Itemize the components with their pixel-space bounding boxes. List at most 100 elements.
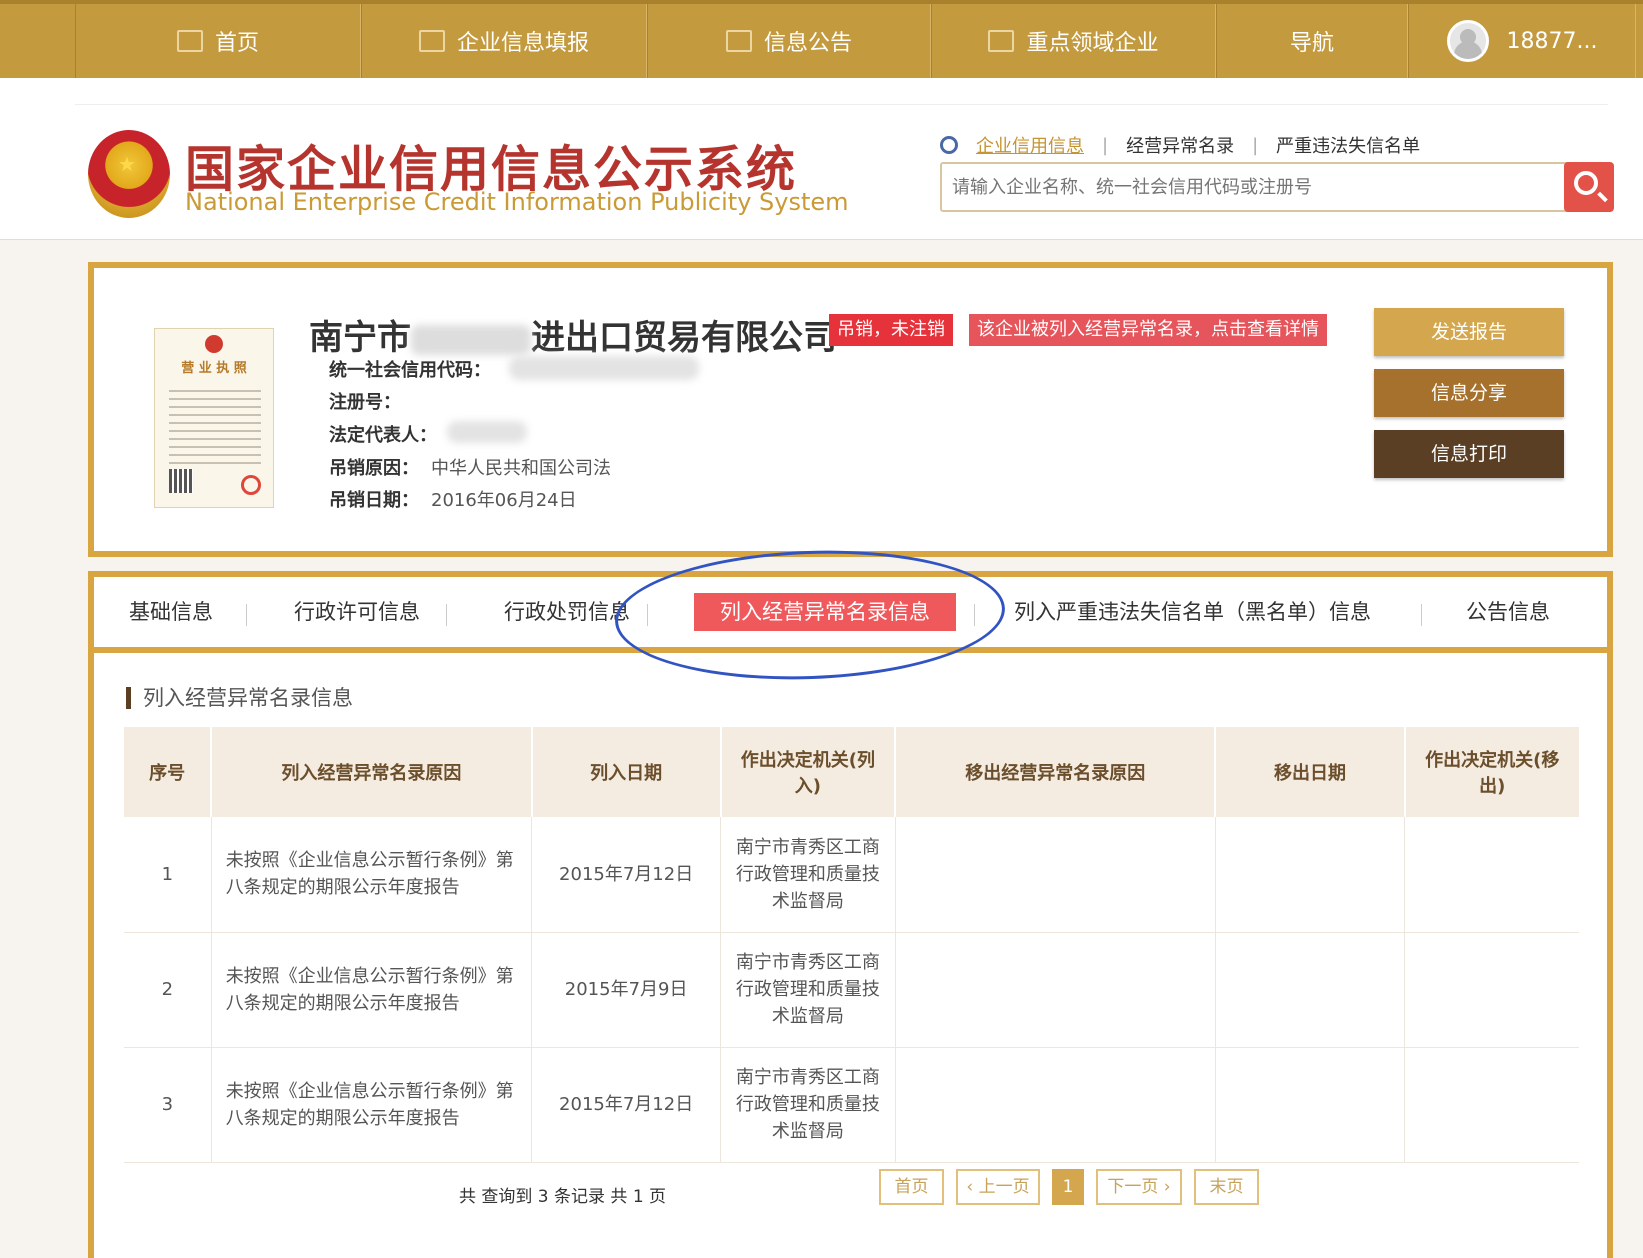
tab-separator	[246, 604, 247, 626]
company-name-suffix: 进出口贸易有限公司	[531, 318, 837, 358]
revoke-reason-label: 吊销原因：	[329, 458, 419, 479]
cell-date: 2015年7月12日	[531, 1047, 722, 1163]
cell-no: 3	[124, 1047, 212, 1163]
nav-navigation-label: 导航	[1289, 31, 1334, 56]
credit-code-label: 统一社会信用代码：	[329, 360, 491, 381]
reg-no-row: 注册号：	[329, 388, 401, 414]
pager-first-button[interactable]: 首页	[879, 1169, 944, 1205]
cell-authority-out	[1404, 1047, 1579, 1163]
qr-code-icon	[169, 469, 193, 493]
cell-authority-out	[1404, 932, 1579, 1048]
col-header-no: 序号	[124, 727, 213, 817]
emblem-icon	[205, 335, 223, 353]
search-input[interactable]	[942, 164, 1542, 210]
search-link-abnormal-list[interactable]: 经营异常名录	[1126, 132, 1234, 158]
site-title-en: National Enterprise Credit Information P…	[185, 188, 849, 216]
search-category-links: 企业信用信息 | 经营异常名录 | 严重违法失信名单	[940, 132, 1438, 158]
tab-separator	[446, 604, 447, 626]
link-separator: |	[1102, 134, 1109, 156]
cell-no: 1	[124, 817, 212, 933]
col-header-reason: 列入经营异常名录原因	[211, 727, 533, 817]
top-nav: 首页 企业信息填报 信息公告 重点领域企业 导航 18877...	[0, 0, 1643, 78]
search-link-credit-info[interactable]: 企业信用信息	[976, 132, 1084, 158]
nav-info-fill[interactable]: 企业信息填报	[361, 4, 647, 78]
revoke-date-label: 吊销日期：	[329, 490, 419, 511]
col-header-remove-date: 移出日期	[1215, 727, 1406, 817]
tab-admin-license[interactable]: 行政许可信息	[294, 593, 420, 631]
tab-separator	[1421, 604, 1422, 626]
send-report-button[interactable]: 发送报告	[1374, 308, 1564, 356]
cell-authority: 南宁市青秀区工商行政管理和质量技术监督局	[720, 1047, 896, 1163]
redacted-text	[509, 356, 699, 380]
business-license-image[interactable]: 营 业 执 照	[154, 328, 274, 508]
user-name: 18877...	[1506, 28, 1598, 54]
national-emblem-logo: ★	[88, 130, 170, 218]
col-header-remove-reason: 移出经营异常名录原因	[895, 727, 1217, 817]
table-row: 1 未按照《企业信息公示暂行条例》第八条规定的期限公示年度报告 2015年7月1…	[124, 817, 1579, 933]
cell-no: 2	[124, 932, 212, 1048]
share-info-button[interactable]: 信息分享	[1374, 369, 1564, 417]
cell-remove-reason	[895, 1047, 1216, 1163]
revoke-date-row: 吊销日期： 2016年06月24日	[329, 486, 577, 512]
pager-current-page[interactable]: 1	[1052, 1169, 1084, 1205]
monitor-icon	[176, 30, 203, 52]
tab-blacklist[interactable]: 列入严重违法失信名单（黑名单）信息	[1014, 593, 1371, 631]
cell-reason: 未按照《企业信息公示暂行条例》第八条规定的期限公示年度报告	[211, 817, 533, 933]
nav-user[interactable]: 18877...	[1408, 4, 1636, 78]
speaker-icon	[988, 30, 1015, 52]
table-header-row: 序号 列入经营异常名录原因 列入日期 作出决定机关(列入) 移出经营异常名录原因…	[124, 727, 1579, 817]
detail-panel: 基础信息 行政许可信息 行政处罚信息 列入经营异常名录信息 列入严重违法失信名单…	[88, 571, 1613, 1258]
nav-announcement-label: 信息公告	[763, 31, 852, 56]
license-text-lines	[169, 384, 261, 464]
site-header: ★ 国家企业信用信息公示系统 National Enterprise Credi…	[0, 78, 1643, 240]
cell-remove-date	[1215, 817, 1406, 933]
reg-no-label: 注册号：	[329, 392, 401, 413]
tab-separator	[647, 604, 648, 626]
cell-remove-reason	[895, 817, 1216, 933]
avatar	[1446, 20, 1489, 62]
cell-remove-date	[1215, 1047, 1406, 1163]
col-header-authority-out: 作出决定机关(移出)	[1404, 727, 1579, 817]
document-icon	[725, 30, 752, 52]
cell-authority: 南宁市青秀区工商行政管理和质量技术监督局	[720, 817, 896, 933]
search-button[interactable]	[1564, 162, 1614, 212]
nav-announcement[interactable]: 信息公告	[647, 4, 931, 78]
link-separator: |	[1252, 134, 1259, 156]
credit-code-row: 统一社会信用代码：	[329, 356, 699, 382]
nav-key-enterprises[interactable]: 重点领域企业	[931, 4, 1216, 78]
search-icon	[940, 136, 958, 154]
cell-date: 2015年7月9日	[531, 932, 722, 1048]
tab-announcements[interactable]: 公告信息	[1466, 593, 1550, 631]
revoke-reason-row: 吊销原因： 中华人民共和国公司法	[329, 454, 611, 480]
nav-home[interactable]: 首页	[75, 4, 361, 78]
cell-authority-out	[1404, 817, 1579, 933]
cell-remove-date	[1215, 932, 1406, 1048]
nav-navigation[interactable]: 导航	[1216, 4, 1408, 78]
nav-key-enterprises-label: 重点领域企业	[1026, 31, 1159, 56]
tab-basic-info[interactable]: 基础信息	[129, 593, 213, 631]
legal-rep-label: 法定代表人：	[329, 425, 437, 446]
legal-rep-row: 法定代表人：	[329, 421, 527, 447]
revoke-date-value: 2016年06月24日	[431, 490, 577, 511]
tab-admin-penalty[interactable]: 行政处罚信息	[504, 593, 630, 631]
header-divider	[75, 104, 1608, 105]
nav-info-fill-label: 企业信息填报	[456, 31, 589, 56]
print-info-button[interactable]: 信息打印	[1374, 430, 1564, 478]
pager-last-button[interactable]: 末页	[1194, 1169, 1259, 1205]
cell-remove-reason	[895, 932, 1216, 1048]
pager-next-button[interactable]: 下一页 ›	[1096, 1169, 1182, 1205]
seal-icon	[241, 475, 261, 495]
abnormal-list-badge[interactable]: 该企业被列入经营异常名录，点击查看详情	[969, 314, 1327, 346]
company-name-prefix: 南宁市	[309, 318, 411, 358]
redacted-text	[411, 324, 531, 355]
search-box	[940, 162, 1610, 212]
pager-prev-button[interactable]: ‹ 上一页	[956, 1169, 1040, 1205]
status-badge: 吊销，未注销	[829, 314, 953, 346]
col-header-authority-in: 作出决定机关(列入)	[720, 727, 897, 817]
search-link-blacklist[interactable]: 严重违法失信名单	[1276, 132, 1420, 158]
col-header-date: 列入日期	[531, 727, 722, 817]
cell-reason: 未按照《企业信息公示暂行条例》第八条规定的期限公示年度报告	[211, 932, 533, 1048]
tab-abnormal-list[interactable]: 列入经营异常名录信息	[694, 593, 956, 631]
table-row: 2 未按照《企业信息公示暂行条例》第八条规定的期限公示年度报告 2015年7月9…	[124, 932, 1579, 1048]
tab-separator	[974, 604, 975, 626]
